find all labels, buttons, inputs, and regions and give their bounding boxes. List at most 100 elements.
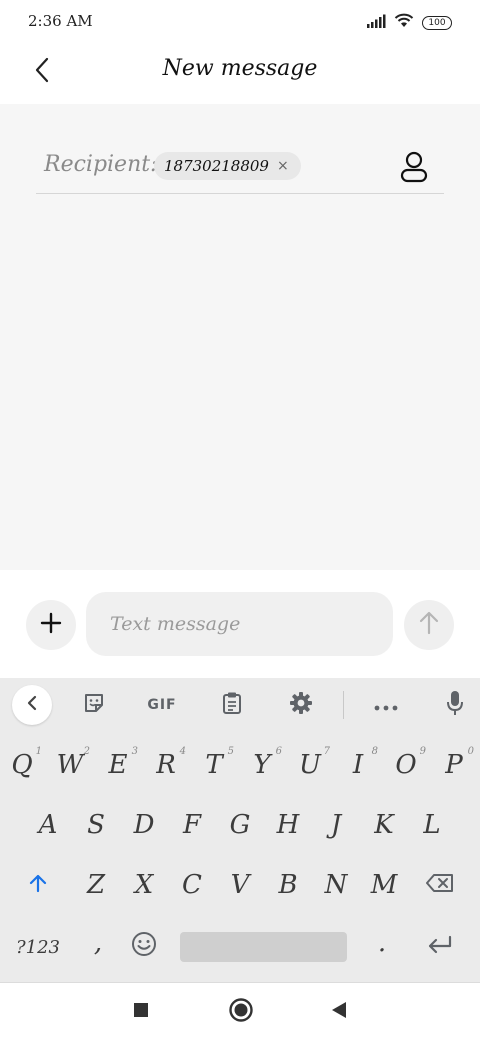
sticker-icon [83, 692, 105, 718]
recipient-label: Recipient: [44, 152, 158, 177]
home-button[interactable] [226, 997, 256, 1027]
key-i[interactable]: I8 [336, 740, 380, 790]
key-e[interactable]: E3 [96, 740, 140, 790]
status-bar: 2:36 AM 100 [0, 0, 480, 42]
close-icon[interactable]: × [277, 158, 289, 174]
person-icon [398, 151, 430, 188]
backspace-key[interactable] [418, 860, 462, 910]
key-j[interactable]: J [314, 800, 358, 850]
gif-button[interactable]: GIF [140, 687, 184, 723]
nav-back-button[interactable] [324, 997, 354, 1027]
add-attachment-button[interactable] [26, 600, 76, 650]
settings-button[interactable] [283, 687, 319, 723]
key-b[interactable]: B [266, 860, 310, 910]
key-label: Q [11, 750, 33, 780]
key-n[interactable]: N [314, 860, 358, 910]
key-label: X [134, 870, 154, 900]
plus-icon [40, 612, 62, 638]
key-hint: 3 [131, 746, 138, 757]
arrow-up-icon [418, 611, 440, 639]
space-key[interactable] [180, 932, 347, 962]
key-label: F [182, 810, 202, 840]
send-button[interactable] [404, 600, 454, 650]
page-title: New message [162, 56, 318, 81]
clipboard-icon [222, 691, 242, 719]
key-x[interactable]: X [122, 860, 166, 910]
keyboard: GIF ?123 , . Q 1 W 2 E 3 R 4 T 5 Y 6 U 7… [0, 678, 480, 982]
key-label: A [38, 810, 58, 840]
toolbar-collapse-button[interactable] [12, 685, 52, 725]
key-label: Z [86, 870, 106, 900]
status-icons: 100 [366, 13, 452, 32]
key-a[interactable]: A [26, 800, 70, 850]
key-w[interactable]: W2 [48, 740, 92, 790]
key-label: T [205, 750, 223, 780]
key-label: S [87, 810, 105, 840]
key-hint: 4 [179, 746, 186, 757]
key-hint: 6 [275, 746, 282, 757]
key-hint: 1 [35, 746, 42, 757]
key-label: G [229, 810, 251, 840]
recipient-chip-value: 18730218809 [164, 157, 269, 175]
key-z[interactable]: Z [74, 860, 118, 910]
key-k[interactable]: K [362, 800, 406, 850]
key-g[interactable]: G [218, 800, 262, 850]
battery-icon: 100 [422, 15, 452, 30]
message-area: Recipient: 18730218809 × [0, 104, 480, 570]
shift-key[interactable] [16, 860, 60, 910]
key-d[interactable]: D [122, 800, 166, 850]
key-l[interactable]: L [410, 800, 454, 850]
recents-button[interactable] [126, 997, 156, 1027]
key-h[interactable]: H [266, 800, 310, 850]
key-hint: 0 [467, 746, 474, 757]
keyboard-toolbar: GIF [0, 678, 480, 732]
key-label: E [108, 750, 128, 780]
key-q[interactable]: Q1 [0, 740, 44, 790]
composer [0, 570, 480, 678]
period-key[interactable]: . [360, 918, 404, 968]
key-hint: 2 [83, 746, 90, 757]
more-icon [374, 696, 398, 715]
sticker-button[interactable] [76, 687, 112, 723]
voice-input-button[interactable] [437, 687, 473, 723]
emoji-icon [131, 931, 157, 964]
gif-icon: GIF [147, 697, 177, 713]
key-label: R [156, 750, 176, 780]
comma-key[interactable]: , [76, 918, 120, 968]
key-u[interactable]: U7 [288, 740, 332, 790]
back-triangle-icon [331, 1001, 347, 1023]
key-hint: 8 [371, 746, 378, 757]
key-m[interactable]: M [362, 860, 406, 910]
key-o[interactable]: O9 [384, 740, 428, 790]
system-nav-bar [0, 982, 480, 1040]
symbols-key[interactable]: ?123 [14, 922, 62, 972]
key-label: Y [253, 750, 271, 780]
clipboard-button[interactable] [214, 687, 250, 723]
key-hint: 9 [419, 746, 426, 757]
key-y[interactable]: Y6 [240, 740, 284, 790]
key-r[interactable]: R4 [144, 740, 188, 790]
recipient-chip[interactable]: 18730218809 × [154, 152, 301, 180]
key-label: V [230, 870, 250, 900]
key-label: L [423, 810, 441, 840]
key-c[interactable]: C [170, 860, 214, 910]
key-v[interactable]: V [218, 860, 262, 910]
more-button[interactable] [368, 687, 404, 723]
microphone-icon [446, 690, 464, 720]
recipient-row: Recipient: 18730218809 × [36, 148, 444, 194]
chevron-left-icon [26, 695, 38, 715]
app-header: New message [0, 42, 480, 104]
enter-key[interactable] [418, 922, 462, 972]
key-label: U [299, 750, 321, 780]
key-f[interactable]: F [170, 800, 214, 850]
contact-picker-button[interactable] [398, 150, 430, 184]
text-message-input[interactable] [86, 592, 393, 656]
key-label: B [278, 870, 298, 900]
key-s[interactable]: S [74, 800, 118, 850]
key-label: J [330, 810, 342, 840]
emoji-key[interactable] [122, 922, 166, 972]
recents-square-icon [133, 1002, 149, 1022]
key-label: O [395, 750, 417, 780]
key-p[interactable]: P0 [432, 740, 476, 790]
key-t[interactable]: T5 [192, 740, 236, 790]
